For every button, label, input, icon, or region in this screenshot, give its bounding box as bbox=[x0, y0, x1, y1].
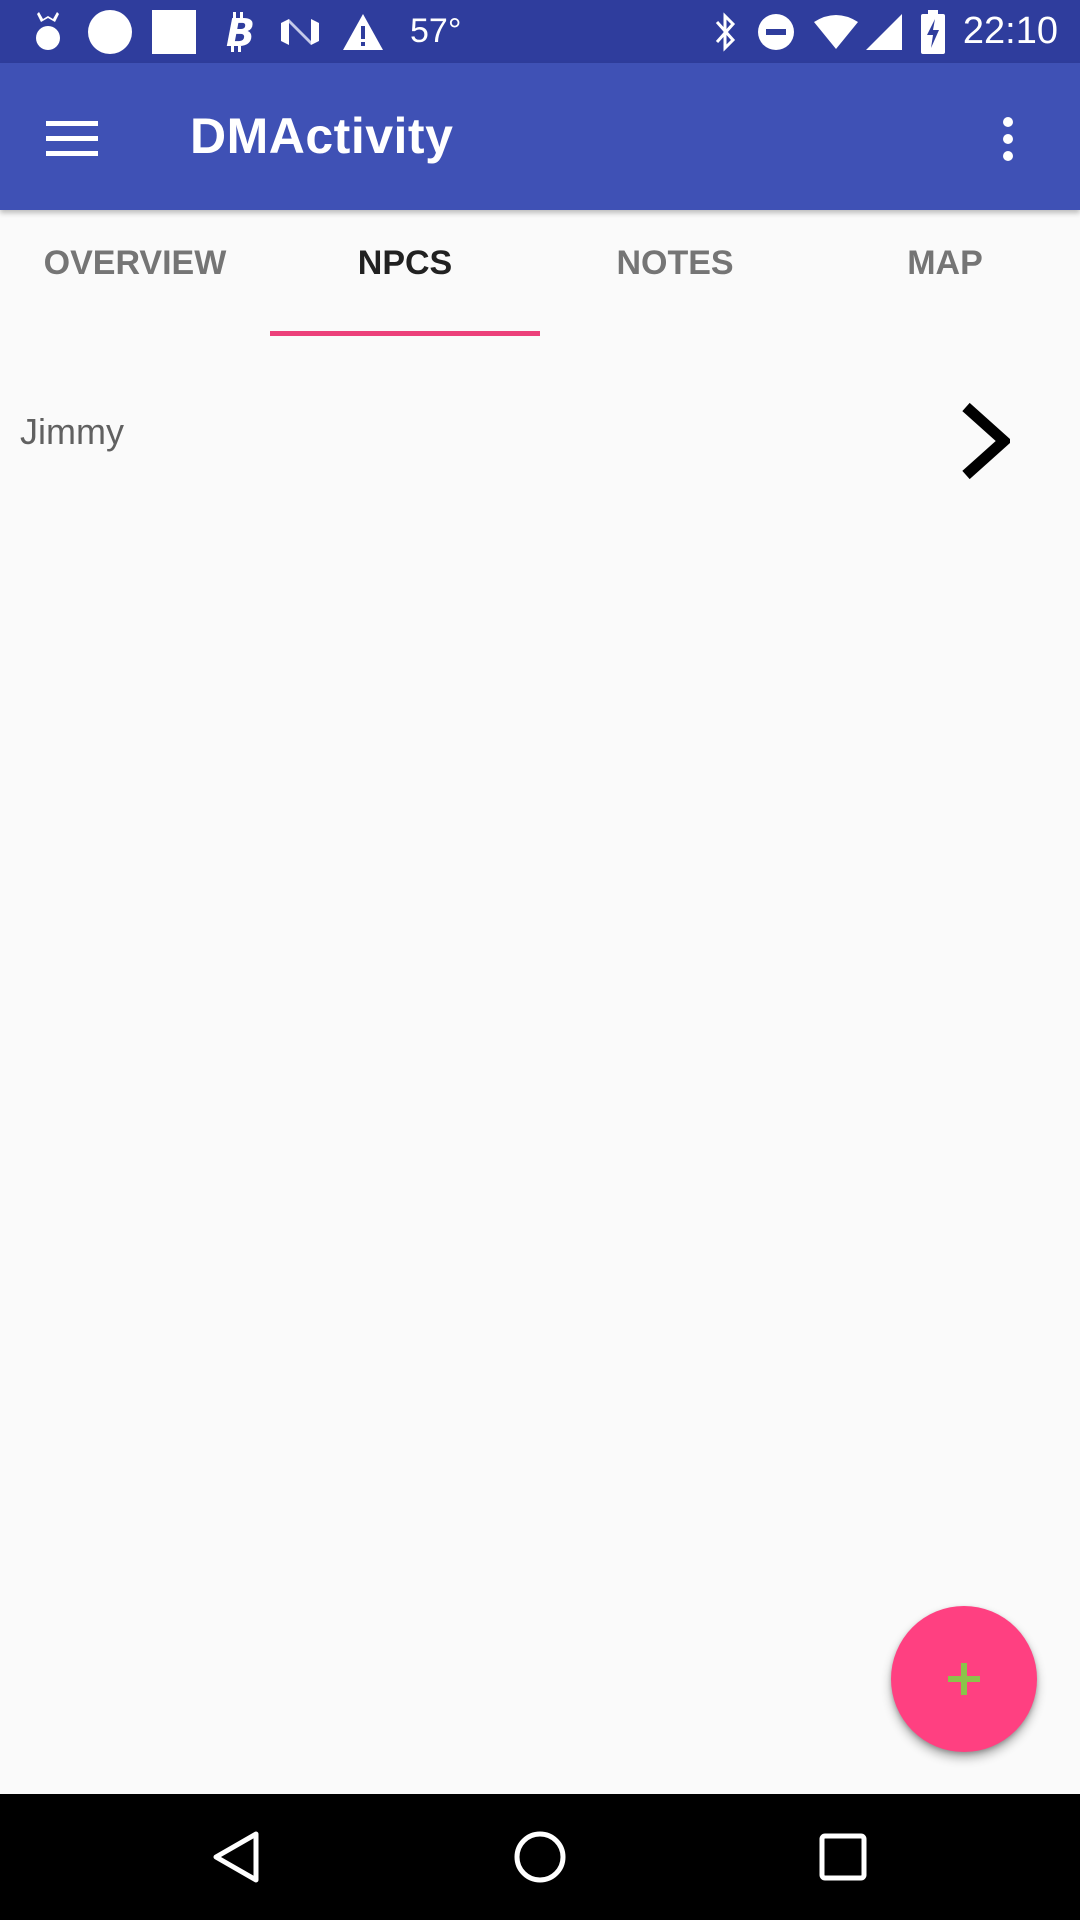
npc-list: Jimmy bbox=[0, 336, 1080, 536]
tab-map[interactable]: MAP bbox=[810, 210, 1080, 336]
add-npc-fab[interactable] bbox=[891, 1606, 1037, 1752]
npc-name: Jimmy bbox=[20, 411, 124, 452]
do-not-disturb-icon bbox=[756, 0, 796, 63]
app-title: DMActivity bbox=[190, 108, 454, 164]
overflow-menu-button[interactable] bbox=[972, 103, 1044, 175]
add-icon bbox=[948, 1663, 980, 1695]
recents-button[interactable] bbox=[803, 1817, 883, 1897]
tab-npcs[interactable]: NPCS bbox=[270, 210, 540, 336]
bitcoin-icon: B bbox=[220, 0, 260, 63]
chevron-right-icon bbox=[950, 391, 1020, 491]
cell-signal-icon bbox=[864, 0, 904, 63]
back-icon bbox=[213, 1831, 259, 1883]
tab-overview-label: OVERVIEW bbox=[43, 243, 227, 282]
nfc-icon bbox=[278, 0, 322, 63]
app-bar: DMActivity bbox=[0, 63, 1080, 210]
tab-npcs-label: NPCS bbox=[357, 243, 453, 282]
clock-text: 22:10 bbox=[962, 10, 1058, 52]
home-icon bbox=[514, 1831, 566, 1883]
navigation-menu-button[interactable] bbox=[36, 103, 108, 175]
back-button[interactable] bbox=[196, 1817, 276, 1897]
temperature-text: 57° bbox=[410, 12, 462, 50]
fitness-icon bbox=[28, 0, 68, 63]
npc-list-item[interactable]: Jimmy bbox=[0, 336, 1080, 536]
battery-charging-icon bbox=[918, 0, 948, 63]
warning-icon bbox=[340, 0, 386, 63]
system-navigation-bar bbox=[0, 1794, 1080, 1920]
tab-overview[interactable]: OVERVIEW bbox=[0, 210, 270, 336]
tab-map-label: MAP bbox=[907, 243, 983, 282]
circle-icon bbox=[86, 0, 134, 63]
recents-icon bbox=[819, 1833, 867, 1881]
square-icon bbox=[150, 0, 198, 63]
tab-notes-label: NOTES bbox=[616, 243, 734, 282]
bluetooth-icon bbox=[710, 0, 740, 63]
wifi-icon bbox=[812, 0, 860, 63]
tab-notes[interactable]: NOTES bbox=[540, 210, 810, 336]
tab-bar: OVERVIEW NPCS NOTES MAP bbox=[0, 210, 1080, 336]
hamburger-menu-icon bbox=[46, 121, 98, 156]
status-bar: B 57° 22:10 bbox=[0, 0, 1080, 63]
home-button[interactable] bbox=[500, 1817, 580, 1897]
more-vert-icon bbox=[1003, 117, 1013, 161]
